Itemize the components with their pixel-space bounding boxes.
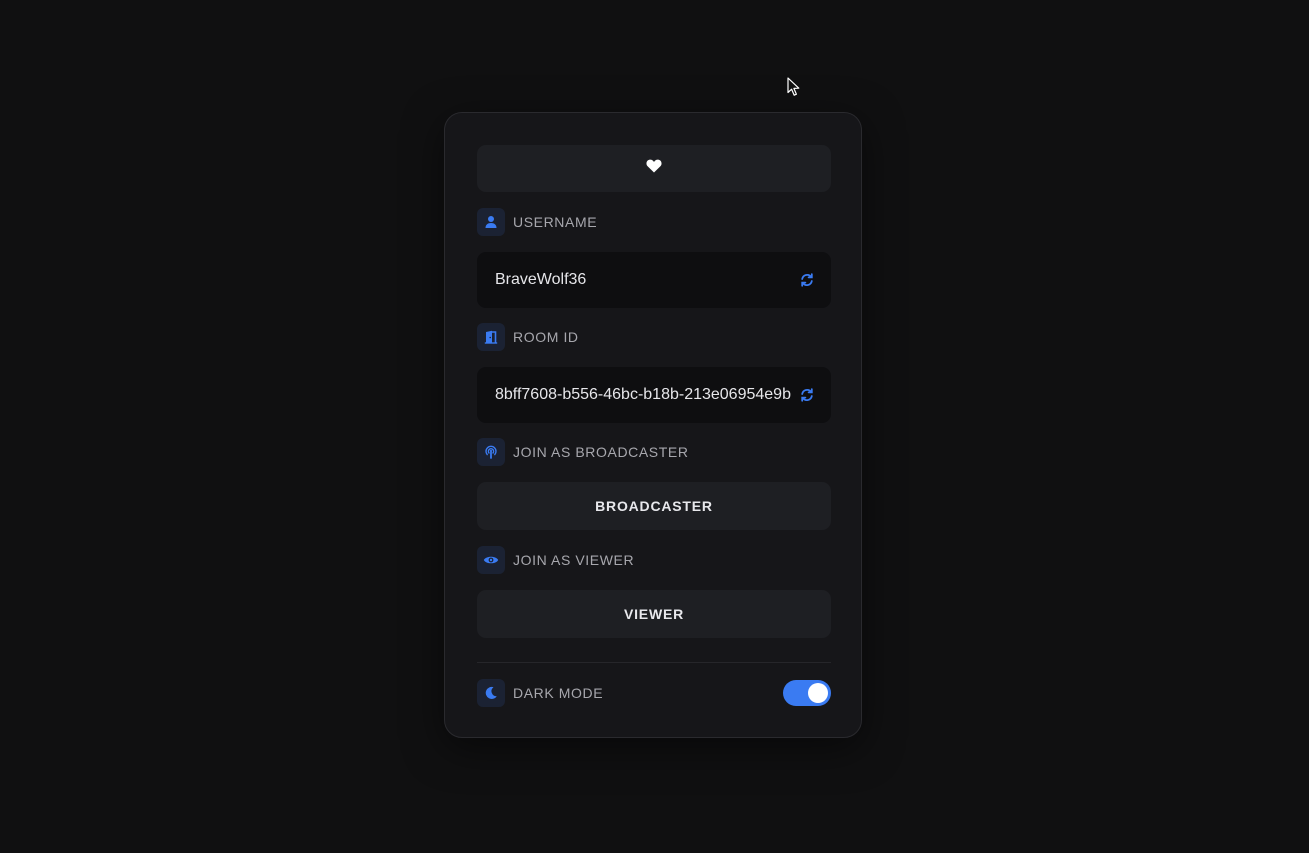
room-id-label-row: ROOM ID	[477, 323, 831, 351]
heart-icon	[646, 159, 662, 178]
eye-icon	[477, 546, 505, 574]
header-bar	[477, 145, 831, 192]
viewer-label: JOIN AS VIEWER	[513, 552, 635, 568]
moon-icon	[477, 679, 505, 707]
mouse-cursor-icon	[787, 77, 801, 102]
username-label-row: USERNAME	[477, 208, 831, 236]
user-icon	[477, 208, 505, 236]
room-id-value[interactable]: 8bff7608-b556-46bc-b18b-213e06954e9b	[495, 386, 799, 404]
username-value[interactable]: BraveWolf36	[495, 271, 799, 289]
viewer-label-row: JOIN AS VIEWER	[477, 546, 831, 574]
viewer-button[interactable]: VIEWER	[477, 590, 831, 638]
broadcaster-label: JOIN AS BROADCASTER	[513, 444, 689, 460]
room-id-label: ROOM ID	[513, 329, 579, 345]
broadcaster-label-row: JOIN AS BROADCASTER	[477, 438, 831, 466]
divider	[477, 662, 831, 663]
door-icon	[477, 323, 505, 351]
join-card: USERNAME BraveWolf36 ROOM ID 8bff7608-b5…	[444, 112, 862, 738]
dark-mode-toggle[interactable]	[783, 680, 831, 706]
broadcast-icon	[477, 438, 505, 466]
username-label: USERNAME	[513, 214, 598, 230]
broadcaster-button[interactable]: BROADCASTER	[477, 482, 831, 530]
dark-mode-row: DARK MODE	[477, 679, 831, 707]
refresh-icon[interactable]	[799, 272, 815, 288]
refresh-icon[interactable]	[799, 387, 815, 403]
toggle-knob[interactable]	[808, 683, 828, 703]
room-id-field[interactable]: 8bff7608-b556-46bc-b18b-213e06954e9b	[477, 367, 831, 423]
username-field[interactable]: BraveWolf36	[477, 252, 831, 308]
dark-mode-label: DARK MODE	[513, 685, 604, 701]
